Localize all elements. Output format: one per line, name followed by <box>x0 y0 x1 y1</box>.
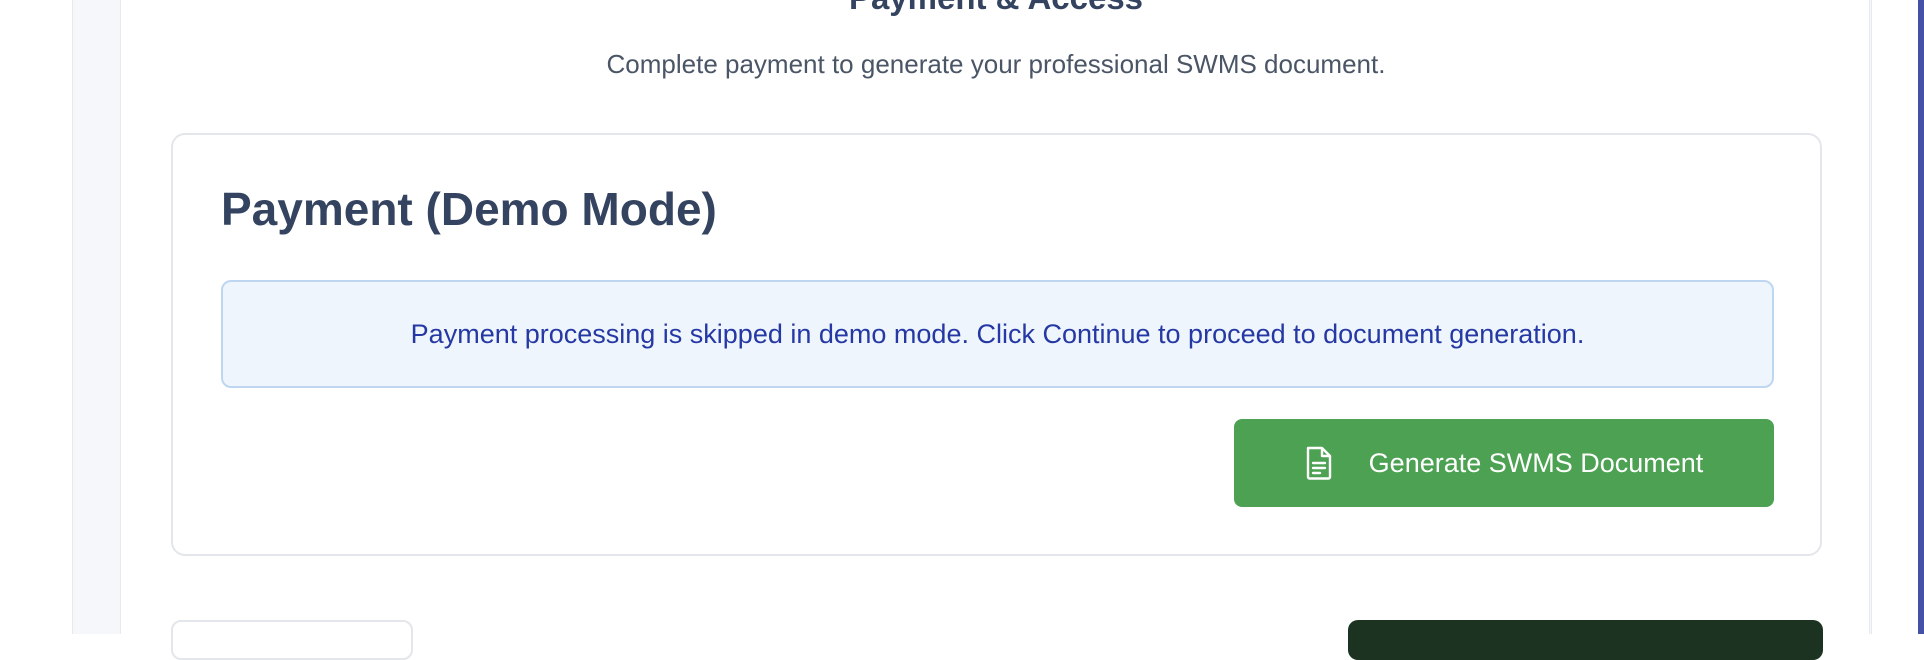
section-title: Payment & Access <box>121 0 1871 18</box>
section-subtitle: Complete payment to generate your profes… <box>606 49 1386 79</box>
content-panel: Payment & Access Complete payment to gen… <box>120 0 1871 660</box>
payment-card-title: Payment (Demo Mode) <box>221 183 717 235</box>
back-button[interactable] <box>171 620 413 660</box>
demo-info-message: Payment processing is skipped in demo mo… <box>410 319 1585 349</box>
generate-swms-button[interactable]: Generate SWMS Document <box>1234 419 1774 507</box>
payment-card: Payment (Demo Mode) Payment processing i… <box>171 133 1822 556</box>
generate-swms-button-label: Generate SWMS Document <box>1368 447 1704 478</box>
scroll-edge-accent <box>1918 0 1924 634</box>
document-icon <box>1305 446 1333 480</box>
continue-button[interactable] <box>1348 620 1823 660</box>
demo-info-box: Payment processing is skipped in demo mo… <box>221 280 1774 388</box>
